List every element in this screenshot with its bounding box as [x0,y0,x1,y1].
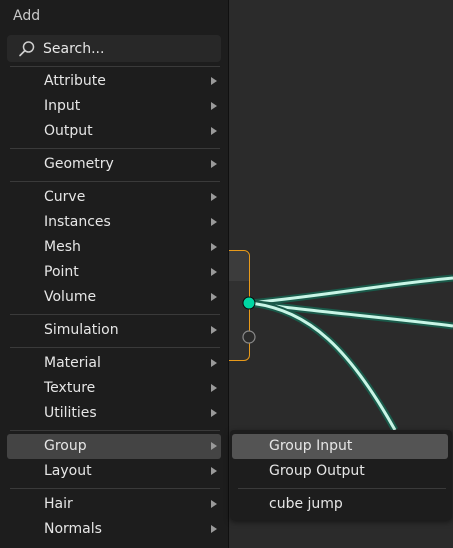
menu-item-output[interactable]: Output [7,119,221,144]
menu-item-label: Material [44,355,101,371]
submenu-arrow-icon [211,102,217,110]
submenu-arrow-icon [211,243,217,251]
menu-separator [10,488,220,489]
menu-item-label: Texture [44,380,96,396]
submenu-arrow-icon [211,293,217,301]
menu-item-label: Curve [44,189,86,205]
group-submenu: Group Input Group Output cube jump [230,430,452,520]
submenu-item-label: cube jump [269,496,343,512]
submenu-arrow-icon [211,384,217,392]
menu-item-utilities[interactable]: Utilities [7,401,221,426]
node-sockets [242,296,256,344]
submenu-item-group-input[interactable]: Group Input [232,434,448,459]
submenu-arrow-icon [211,268,217,276]
node-link [249,299,399,432]
menu-item-label: Input [44,98,81,114]
submenu-arrow-icon [211,77,217,85]
submenu-arrow-icon [211,193,217,201]
menu-item-label: Attribute [44,73,106,89]
menu-item-label: Utilities [44,405,97,421]
submenu-arrow-icon [211,500,217,508]
submenu-arrow-icon [211,409,217,417]
geometry-output-socket [242,296,256,310]
node-editor[interactable]: Add Search... Attribute Input Output Geo… [0,0,453,548]
submenu-arrow-icon [211,127,217,135]
menu-item-group[interactable]: Group [7,434,221,459]
menu-item-label: Point [44,264,79,280]
menu-item-curve[interactable]: Curve [7,185,221,210]
menu-item-hair[interactable]: Hair [7,492,221,517]
menu-item-input[interactable]: Input [7,94,221,119]
menu-item-texture[interactable]: Texture [7,376,221,401]
submenu-item-label: Group Output [269,463,365,479]
menu-item-geometry[interactable]: Geometry [7,152,221,177]
menu-separator [10,181,220,182]
submenu-arrow-icon [211,525,217,533]
submenu-arrow-icon [211,160,217,168]
node-link [249,276,453,305]
menu-item-label: Normals [44,521,102,537]
menu-separator [10,347,220,348]
submenu-item-group-output[interactable]: Group Output [232,459,448,484]
menu-item-volume[interactable]: Volume [7,285,221,310]
submenu-separator [238,488,446,489]
submenu-item-cube-jump[interactable]: cube jump [232,492,448,517]
menu-item-layout[interactable]: Layout [7,459,221,484]
menu-separator [10,314,220,315]
menu-item-attribute[interactable]: Attribute [7,69,221,94]
menu-separator [10,148,220,149]
empty-output-socket [242,330,256,344]
submenu-arrow-icon [211,467,217,475]
menu-item-label: Layout [44,463,92,479]
submenu-arrow-icon [211,442,217,450]
menu-item-material[interactable]: Material [7,351,221,376]
menu-title: Add [13,8,41,24]
menu-item-label: Simulation [44,322,119,338]
menu-item-label: Hair [44,496,73,512]
search-icon [16,35,38,62]
menu-separator [10,430,220,431]
search-field[interactable]: Search... [7,35,221,62]
menu-item-label: Instances [44,214,111,230]
menu-item-label: Mesh [44,239,81,255]
node-links [249,274,453,432]
menu-item-label: Volume [44,289,97,305]
menu-item-label: Geometry [44,156,114,172]
submenu-arrow-icon [211,326,217,334]
menu-item-mesh[interactable]: Mesh [7,235,221,260]
menu-item-instances[interactable]: Instances [7,210,221,235]
add-menu: Add Search... Attribute Input Output Geo… [0,0,229,548]
node-link [249,301,397,431]
submenu-item-label: Group Input [269,438,353,454]
submenu-arrow-icon [211,218,217,226]
menu-item-simulation[interactable]: Simulation [7,318,221,343]
submenu-arrow-icon [211,359,217,367]
menu-separator [10,66,220,67]
menu-item-point[interactable]: Point [7,260,221,285]
menu-item-normals[interactable]: Normals [7,517,221,542]
menu-item-label: Output [44,123,93,139]
search-label: Search... [43,40,105,57]
menu-item-label: Group [44,438,87,454]
